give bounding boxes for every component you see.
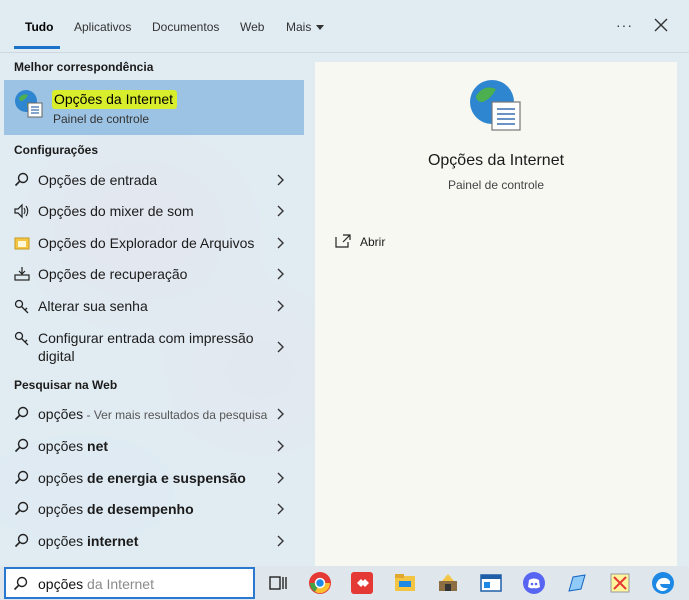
chevron-right-icon [277, 341, 284, 353]
web-result-label: opções de desempenho [38, 501, 194, 517]
tool-icon[interactable] [565, 571, 589, 595]
web-result-item[interactable]: opções - Ver mais resultados da pesquisa [4, 399, 300, 429]
web-result-item[interactable]: opções net [4, 431, 300, 461]
tab-apps[interactable]: Aplicativos [74, 20, 131, 34]
web-result-prefix: opções [38, 470, 88, 486]
taskbar: opções da Internet [0, 566, 689, 600]
section-best-match: Melhor correspondência [14, 60, 154, 74]
list-item[interactable]: Opções de recuperação [4, 259, 300, 289]
best-match-result[interactable]: Opções da Internet Painel de controle [4, 80, 304, 135]
web-result-hint: - Ver mais resultados da pesquisa [83, 408, 268, 422]
start-search-panel: Tudo Aplicativos Documentos Web Mais ···… [0, 0, 689, 566]
web-result-label: opções internet [38, 533, 138, 549]
tab-all[interactable]: Tudo [25, 20, 53, 34]
web-result-label: opções de energia e suspensão [38, 470, 246, 486]
section-settings: Configurações [14, 143, 99, 157]
list-item-label: Opções de entrada [38, 172, 158, 188]
web-result-suffix: internet [87, 533, 139, 549]
task-view-icon[interactable] [266, 571, 290, 595]
web-result-item[interactable]: opções de desempenho [4, 494, 300, 524]
web-result-item[interactable]: opções internet [4, 526, 300, 556]
edge-icon[interactable] [651, 571, 675, 595]
web-result-label: opções - Ver mais resultados da pesquisa [38, 406, 267, 422]
chevron-right-icon [277, 535, 284, 547]
search-text: opções [38, 576, 84, 592]
snipping-icon[interactable] [608, 571, 632, 595]
anydesk-icon[interactable] [350, 571, 374, 595]
folder-icon [14, 237, 30, 250]
web-result-prefix: opções [38, 533, 88, 549]
search-icon [14, 406, 29, 421]
search-autocomplete: da Internet [83, 576, 154, 592]
tab-web[interactable]: Web [240, 20, 264, 34]
list-item[interactable]: Configurar entrada com impressão digital [4, 329, 300, 365]
close-icon[interactable] [652, 16, 670, 34]
window-icon[interactable] [479, 571, 503, 595]
chevron-right-icon [277, 440, 284, 452]
list-item-label: Opções do mixer de som [38, 203, 194, 219]
more-options-button[interactable]: ··· [616, 17, 633, 33]
filter-tabs: Tudo Aplicativos Documentos Web Mais ··· [0, 0, 689, 52]
file-explorer-icon[interactable] [393, 571, 417, 595]
preview-title: Opções da Internet [427, 152, 565, 169]
recovery-icon [14, 267, 30, 281]
search-value: opções da Internet [38, 576, 154, 592]
chevron-right-icon [277, 174, 284, 186]
chevron-right-icon [277, 472, 284, 484]
preview-pane: Opções da Internet Painel de controle Ab… [315, 62, 677, 566]
chevron-right-icon [277, 503, 284, 515]
list-item[interactable]: Alterar sua senha [4, 291, 300, 321]
preview-subtitle: Painel de controle [447, 178, 545, 192]
internet-options-icon [470, 80, 521, 131]
web-result-suffix: de desempenho [87, 501, 194, 517]
list-item[interactable]: Opções de entrada [4, 165, 300, 195]
active-tab-indicator [14, 46, 60, 49]
tab-documents[interactable]: Documentos [152, 20, 219, 34]
web-result-item[interactable]: opções de energia e suspensão [4, 463, 300, 493]
search-icon [14, 470, 29, 485]
list-item-label: Opções de recuperação [38, 266, 188, 282]
chevron-down-icon [316, 25, 325, 31]
chevron-right-icon [277, 268, 284, 280]
search-input[interactable]: opções da Internet [4, 567, 255, 599]
key-icon [14, 331, 29, 346]
chevron-right-icon [277, 205, 284, 217]
list-item-label: Configurar entrada com impressão digital [38, 330, 254, 364]
tab-more[interactable]: Mais [286, 20, 325, 34]
web-result-suffix: net [87, 438, 109, 454]
best-match-title: Opções da Internet [52, 90, 178, 109]
web-result-label: opções net [38, 438, 108, 454]
chrome-icon[interactable] [308, 571, 332, 595]
discord-icon[interactable] [522, 571, 546, 595]
list-item-label: Opções do Explorador de Arquivos [38, 235, 255, 251]
open-icon [335, 234, 351, 248]
best-match-subtitle: Painel de controle [53, 112, 150, 126]
search-icon [14, 533, 29, 548]
list-item[interactable]: Opções do Explorador de Arquivos [4, 228, 300, 258]
search-icon [14, 172, 29, 187]
chevron-right-icon [277, 237, 284, 249]
search-icon [14, 501, 29, 516]
web-result-prefix: opções [38, 501, 88, 517]
open-button[interactable]: Abrir [335, 232, 455, 254]
tab-more-label: Mais [286, 20, 312, 34]
app-icon[interactable] [436, 571, 460, 595]
search-icon [14, 438, 29, 453]
chevron-right-icon [277, 408, 284, 420]
divider [0, 52, 689, 53]
internet-options-icon [15, 90, 43, 118]
search-icon [13, 576, 28, 591]
section-web: Pesquisar na Web [14, 378, 118, 392]
open-label: Abrir [360, 235, 386, 249]
web-result-prefix: opções [38, 438, 88, 454]
web-result-suffix: de energia e suspensão [87, 470, 246, 486]
list-item-label: Alterar sua senha [38, 298, 148, 314]
list-item[interactable]: Opções do mixer de som [4, 196, 300, 226]
chevron-right-icon [277, 300, 284, 312]
speaker-icon [14, 203, 29, 219]
key-icon [14, 299, 29, 314]
web-result-prefix: opções [38, 406, 84, 422]
